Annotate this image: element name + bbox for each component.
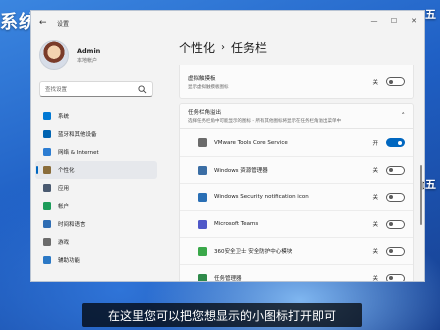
- sidebar-item[interactable]: 网络 & Internet: [35, 143, 157, 161]
- sidebar-item-label: 游戏: [58, 240, 70, 246]
- toggle-switch[interactable]: [386, 273, 405, 281]
- list-item: Microsoft Teams 关: [180, 210, 413, 237]
- virtual-touchpad-setting: 虚拟触摸板 显示虚拟触摸板图标 关: [179, 65, 414, 99]
- toggle-switch[interactable]: [386, 219, 405, 229]
- list-item-label: 任务管理器: [214, 276, 242, 282]
- toggle-switch[interactable]: [386, 192, 405, 202]
- list-item: 任务管理器 关: [180, 264, 413, 282]
- sidebar-item-label: 辅助功能: [58, 258, 81, 264]
- accounts-icon: [43, 202, 51, 210]
- scrollbar[interactable]: [420, 165, 422, 225]
- toggle-switch[interactable]: [386, 165, 405, 175]
- section-title: 任务栏角溢出: [188, 110, 222, 116]
- title-bar: ← 设置 — ☐ ✕: [31, 11, 424, 35]
- toggle-state-label: 关: [372, 222, 378, 228]
- toggle-state-label: 开: [372, 140, 378, 147]
- sidebar-item[interactable]: 帐户: [35, 197, 157, 215]
- sidebar-item-label: 应用: [58, 186, 70, 192]
- list-item-label: Windows 资源管理器: [214, 168, 268, 174]
- settings-list: 虚拟触摸板 显示虚拟触摸板图标 关 任务栏角溢出 选择任务栏角中可能显示的图标 …: [179, 65, 414, 281]
- list-item-label: Microsoft Teams: [214, 221, 259, 227]
- chevron-up-icon[interactable]: ˄: [402, 112, 406, 120]
- mouse-cursor-icon: [422, 181, 424, 190]
- window-controls: — ☐ ✕: [364, 11, 424, 31]
- video-subtitle: 在这里您可以把您想显示的小图标打开即可: [82, 303, 362, 327]
- teams-icon: [198, 219, 207, 229]
- breadcrumb: 个性化 › 任务栏: [179, 35, 424, 59]
- network-icon: [43, 148, 51, 156]
- sidebar-item[interactable]: 系统: [35, 107, 157, 125]
- 360-security-icon: [198, 246, 207, 256]
- overflow-icon-list: VMware Tools Core Service 开 Windows 资源管理器关…: [179, 129, 414, 282]
- sidebar-item-label: 帐户: [58, 204, 70, 210]
- sidebar-item-label: 时间和语言: [58, 222, 86, 228]
- avatar: [39, 40, 69, 70]
- search-input[interactable]: 查找设置: [39, 81, 153, 97]
- list-item: Windows Security notification icon 关: [180, 183, 413, 210]
- back-arrow-icon[interactable]: ←: [39, 18, 53, 28]
- user-name: Admin: [77, 46, 101, 55]
- toggle-state-label: 关: [372, 168, 378, 174]
- sidebar-item-label: 个性化: [58, 168, 75, 174]
- gaming-icon: [43, 238, 51, 246]
- bluetooth-icon: [43, 130, 51, 138]
- settings-window: ← 设置 — ☐ ✕ Admin 本地帐户 查找设置 系统蓝牙和其他设备 网络 &…: [30, 10, 425, 282]
- breadcrumb-parent[interactable]: 个性化: [179, 39, 215, 56]
- sidebar-item-label: 系统: [58, 114, 70, 120]
- accessibility-icon: [43, 256, 51, 264]
- sidebar-item[interactable]: 应用: [35, 179, 157, 197]
- list-item-label: 360安全卫士 安全防护中心模块: [214, 249, 293, 255]
- sidebar-item[interactable]: 辅助功能: [35, 251, 157, 269]
- page-title: 任务栏: [231, 40, 268, 55]
- file-explorer-icon: [198, 165, 207, 175]
- time-language-icon: [43, 220, 51, 228]
- sidebar-item[interactable]: 游戏: [35, 233, 157, 251]
- search-icon: [138, 84, 147, 93]
- content-pane: 个性化 › 任务栏 虚拟触摸板 显示虚拟触摸板图标 关 任务栏角溢出 选择任务栏…: [179, 35, 424, 281]
- system-icon: [43, 112, 51, 120]
- maximize-button[interactable]: ☐: [384, 11, 404, 31]
- window-title: 设置: [57, 20, 70, 28]
- toggle-state-label: 关: [372, 276, 378, 282]
- user-profile[interactable]: Admin 本地帐户: [31, 35, 161, 75]
- toggle-state-label: 关: [372, 79, 378, 86]
- section-header-overflow[interactable]: 任务栏角溢出 选择任务栏角中可能显示的图标 - 所有其他图标将显示在任务栏角溢出…: [179, 103, 414, 129]
- sidebar-item-label: 蓝牙和其他设备: [58, 132, 97, 138]
- sidebar-item[interactable]: 个性化: [35, 161, 157, 179]
- list-item: 360安全卫士 安全防护中心模块 关: [180, 237, 413, 264]
- sidebar-item-label: 网络 & Internet: [58, 150, 99, 156]
- close-button[interactable]: ✕: [404, 11, 424, 31]
- sidebar-item[interactable]: 蓝牙和其他设备: [35, 125, 157, 143]
- navigation-pane: Admin 本地帐户 查找设置 系统蓝牙和其他设备 网络 & Internet 个性…: [31, 35, 161, 281]
- setting-label: 虚拟触摸板: [188, 75, 216, 82]
- toggle-switch[interactable]: [386, 138, 405, 147]
- account-type: 本地帐户: [77, 57, 98, 64]
- breadcrumb-separator: ›: [221, 41, 226, 53]
- list-item-label: VMware Tools Core Service: [214, 139, 288, 146]
- vmware-icon: [198, 138, 207, 147]
- task-manager-icon: [198, 273, 207, 281]
- sidebar-item[interactable]: 时间和语言: [35, 215, 157, 233]
- toggle-state-label: 关: [372, 249, 378, 255]
- toggle-state-label: 关: [372, 195, 378, 201]
- personalization-icon: [43, 166, 51, 174]
- minimize-button[interactable]: —: [364, 11, 384, 31]
- list-item-label: Windows Security notification icon: [214, 194, 309, 200]
- list-item: Windows 资源管理器 关: [180, 156, 413, 183]
- apps-icon: [43, 184, 51, 192]
- sidebar-nav: 系统蓝牙和其他设备 网络 & Internet 个性化应用帐户时间和语言游戏辅助功能: [31, 107, 161, 269]
- search-placeholder: 查找设置: [45, 87, 68, 93]
- toggle-switch[interactable]: [386, 246, 405, 256]
- desktop-text-fragment: 五: [425, 8, 436, 21]
- desktop-text-fragment: 五: [425, 178, 436, 191]
- section-description: 选择任务栏角中可能显示的图标 - 所有其他图标将显示在任务栏角溢出菜单中: [188, 119, 341, 124]
- list-item: VMware Tools Core Service 开: [180, 129, 413, 156]
- virtual-touchpad-toggle[interactable]: [386, 77, 405, 86]
- windows-security-icon: [198, 192, 207, 202]
- setting-description: 显示虚拟触摸板图标: [188, 84, 229, 90]
